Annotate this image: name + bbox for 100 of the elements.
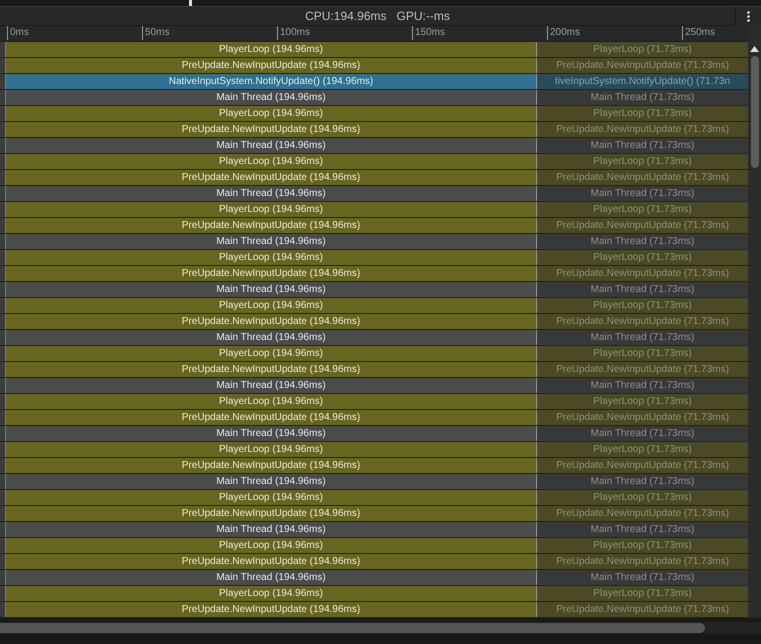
clipped-sample-bar[interactable]: [0, 58, 6, 73]
clipped-sample-bar[interactable]: [0, 522, 6, 537]
sample-bar[interactable]: PlayerLoop (71.73ms): [537, 250, 748, 265]
sample-bar[interactable]: PlayerLoop (71.73ms): [537, 42, 748, 57]
sample-bar[interactable]: PreUpdate.NewInputUpdate (194.96ms): [6, 170, 537, 185]
sample-bar[interactable]: PlayerLoop (71.73ms): [537, 154, 748, 169]
sample-bar[interactable]: PreUpdate.NewInputUpdate (194.96ms): [6, 506, 537, 521]
clipped-sample-bar[interactable]: [0, 74, 6, 89]
sample-bar[interactable]: PlayerLoop (71.73ms): [537, 202, 748, 217]
clipped-sample-bar[interactable]: [0, 442, 6, 457]
clipped-sample-bar[interactable]: [0, 378, 6, 393]
clipped-sample-bar[interactable]: [0, 394, 6, 409]
clipped-sample-bar[interactable]: [0, 122, 6, 137]
sample-bar[interactable]: Main Thread (194.96ms): [6, 138, 537, 153]
sample-bar[interactable]: PlayerLoop (194.96ms): [6, 42, 537, 57]
clipped-sample-bar[interactable]: [0, 186, 6, 201]
scroll-thumb[interactable]: [0, 623, 705, 633]
clipped-sample-bar[interactable]: [0, 138, 6, 153]
clipped-sample-bar[interactable]: [0, 602, 6, 617]
clipped-sample-bar[interactable]: [0, 266, 6, 281]
clipped-sample-bar[interactable]: [0, 298, 6, 313]
sample-bar[interactable]: Main Thread (71.73ms): [537, 522, 748, 537]
sample-bar[interactable]: PreUpdate.NewInputUpdate (71.73ms): [537, 266, 748, 281]
sample-bar[interactable]: PreUpdate.NewInputUpdate (194.96ms): [6, 314, 537, 329]
sample-bar[interactable]: PlayerLoop (194.96ms): [6, 250, 537, 265]
scroll-up-icon[interactable]: [750, 46, 759, 52]
sample-bar[interactable]: Main Thread (71.73ms): [537, 138, 748, 153]
sample-bar[interactable]: tiveInputSystem.NotifyUpdate() (71.73n: [537, 74, 748, 89]
clipped-sample-bar[interactable]: [0, 506, 6, 521]
sample-bar[interactable]: PlayerLoop (71.73ms): [537, 490, 748, 505]
sample-bar[interactable]: PreUpdate.NewInputUpdate (194.96ms): [6, 410, 537, 425]
sample-bar[interactable]: PlayerLoop (71.73ms): [537, 394, 748, 409]
clipped-sample-bar[interactable]: [0, 474, 6, 489]
sample-bar[interactable]: PlayerLoop (194.96ms): [6, 154, 537, 169]
sample-bar[interactable]: Main Thread (194.96ms): [6, 378, 537, 393]
sample-bar[interactable]: PreUpdate.NewInputUpdate (194.96ms): [6, 458, 537, 473]
vertical-scrollbar[interactable]: [748, 26, 761, 618]
sample-bar[interactable]: Main Thread (71.73ms): [537, 234, 748, 249]
clipped-sample-bar[interactable]: [0, 330, 6, 345]
clipped-sample-bar[interactable]: [0, 42, 6, 57]
clipped-sample-bar[interactable]: [0, 586, 6, 601]
clipped-sample-bar[interactable]: [0, 554, 6, 569]
clipped-sample-bar[interactable]: [0, 218, 6, 233]
sample-bar[interactable]: Main Thread (194.96ms): [6, 90, 537, 105]
sample-bar[interactable]: PreUpdate.NewInputUpdate (71.73ms): [537, 314, 748, 329]
sample-bar[interactable]: Main Thread (194.96ms): [6, 234, 537, 249]
clipped-sample-bar[interactable]: [0, 106, 6, 121]
sample-bar[interactable]: PreUpdate.NewInputUpdate (194.96ms): [6, 218, 537, 233]
sample-bar[interactable]: Main Thread (71.73ms): [537, 570, 748, 585]
clipped-sample-bar[interactable]: [0, 154, 6, 169]
clipped-sample-bar[interactable]: [0, 90, 6, 105]
clipped-sample-bar[interactable]: [0, 234, 6, 249]
sample-bar[interactable]: PlayerLoop (71.73ms): [537, 346, 748, 361]
scroll-thumb[interactable]: [750, 56, 758, 168]
sample-bar[interactable]: Main Thread (194.96ms): [6, 474, 537, 489]
clipped-sample-bar[interactable]: [0, 282, 6, 297]
sample-bar[interactable]: Main Thread (71.73ms): [537, 90, 748, 105]
sample-bar[interactable]: PlayerLoop (194.96ms): [6, 346, 537, 361]
sample-bar[interactable]: PreUpdate.NewInputUpdate (194.96ms): [6, 122, 537, 137]
sample-bar[interactable]: PlayerLoop (194.96ms): [6, 586, 537, 601]
sample-bar[interactable]: PreUpdate.NewInputUpdate (71.73ms): [537, 554, 748, 569]
sample-bar[interactable]: PlayerLoop (194.96ms): [6, 490, 537, 505]
clipped-sample-bar[interactable]: [0, 314, 6, 329]
sample-bar[interactable]: PlayerLoop (194.96ms): [6, 538, 537, 553]
sample-bar[interactable]: PlayerLoop (71.73ms): [537, 298, 748, 313]
sample-bar[interactable]: Main Thread (194.96ms): [6, 522, 537, 537]
sample-bar[interactable]: PreUpdate.NewInputUpdate (71.73ms): [537, 170, 748, 185]
sample-bar[interactable]: PreUpdate.NewInputUpdate (71.73ms): [537, 602, 748, 617]
clipped-sample-bar[interactable]: [0, 346, 6, 361]
sample-bar[interactable]: Main Thread (71.73ms): [537, 474, 748, 489]
sample-bar[interactable]: PreUpdate.NewInputUpdate (194.96ms): [6, 266, 537, 281]
sample-bar[interactable]: PreUpdate.NewInputUpdate (71.73ms): [537, 218, 748, 233]
sample-bar[interactable]: PlayerLoop (194.96ms): [6, 298, 537, 313]
more-options-icon[interactable]: [735, 6, 761, 26]
sample-bar[interactable]: PlayerLoop (194.96ms): [6, 394, 537, 409]
sample-bar[interactable]: PlayerLoop (71.73ms): [537, 586, 748, 601]
sample-bar[interactable]: PlayerLoop (194.96ms): [6, 202, 537, 217]
sample-bar[interactable]: Main Thread (71.73ms): [537, 282, 748, 297]
sample-bar[interactable]: PreUpdate.NewInputUpdate (194.96ms): [6, 58, 537, 73]
sample-bar[interactable]: PlayerLoop (194.96ms): [6, 106, 537, 121]
sample-bar[interactable]: PreUpdate.NewInputUpdate (71.73ms): [537, 506, 748, 521]
clipped-sample-bar[interactable]: [0, 202, 6, 217]
sample-bar[interactable]: PreUpdate.NewInputUpdate (194.96ms): [6, 362, 537, 377]
sample-bar[interactable]: Main Thread (194.96ms): [6, 426, 537, 441]
sample-bar[interactable]: PreUpdate.NewInputUpdate (71.73ms): [537, 410, 748, 425]
clipped-sample-bar[interactable]: [0, 410, 6, 425]
sample-bar[interactable]: Main Thread (71.73ms): [537, 330, 748, 345]
clipped-sample-bar[interactable]: [0, 490, 6, 505]
sample-bar[interactable]: Main Thread (71.73ms): [537, 426, 748, 441]
clipped-sample-bar[interactable]: [0, 538, 6, 553]
sample-bar[interactable]: PlayerLoop (71.73ms): [537, 538, 748, 553]
horizontal-scrollbar[interactable]: [0, 622, 761, 634]
clipped-sample-bar[interactable]: [0, 362, 6, 377]
sample-bar[interactable]: Main Thread (194.96ms): [6, 186, 537, 201]
sample-bar[interactable]: PreUpdate.NewInputUpdate (71.73ms): [537, 362, 748, 377]
sample-bar[interactable]: PlayerLoop (71.73ms): [537, 106, 748, 121]
sample-bar[interactable]: PreUpdate.NewInputUpdate (71.73ms): [537, 58, 748, 73]
sample-bar[interactable]: PlayerLoop (194.96ms): [6, 442, 537, 457]
sample-bar[interactable]: PreUpdate.NewInputUpdate (194.96ms): [6, 554, 537, 569]
sample-bar[interactable]: PlayerLoop (71.73ms): [537, 442, 748, 457]
